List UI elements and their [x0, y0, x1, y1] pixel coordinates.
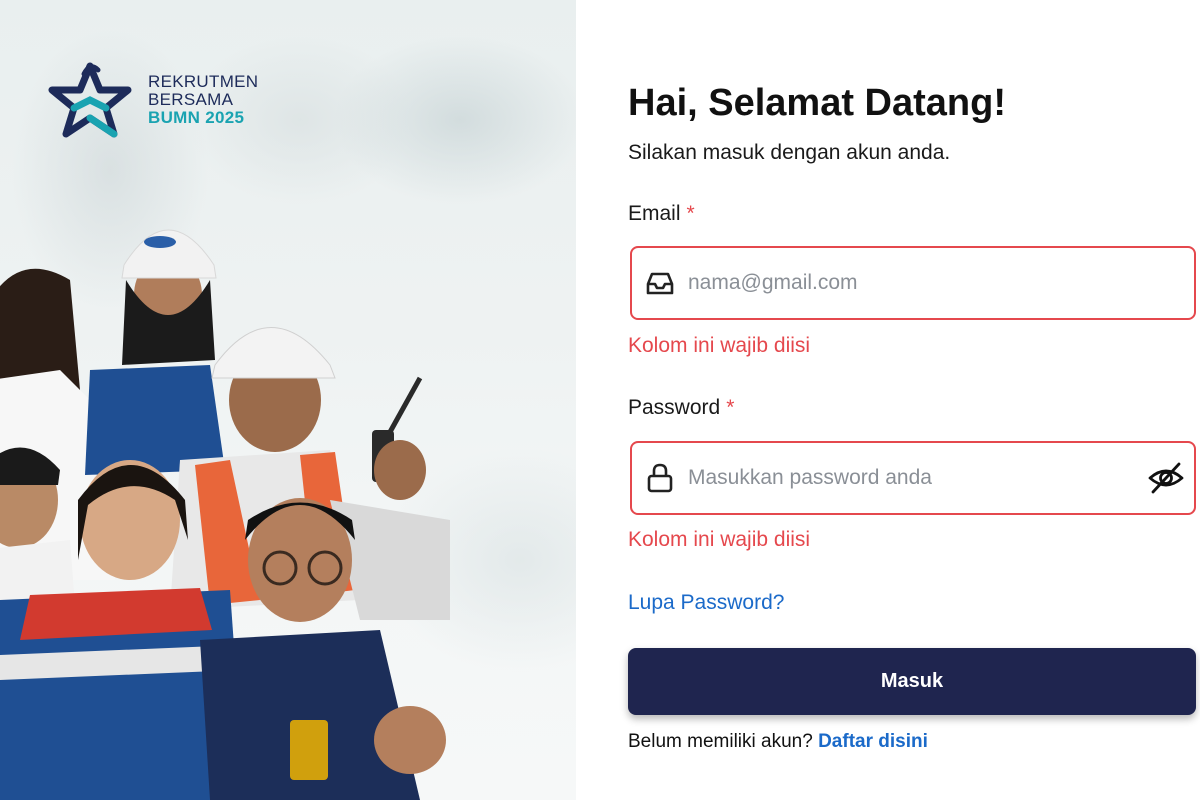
brand-line-3: BUMN 2025 — [148, 108, 245, 127]
brand-logo: REKRUTMEN BERSAMA BUMN 2025 — [48, 60, 258, 140]
person-hijab — [85, 229, 225, 475]
login-form: Hai, Selamat Datang! Silakan masuk denga… — [628, 0, 1200, 800]
hero-panel: REKRUTMEN BERSAMA BUMN 2025 — [0, 0, 576, 800]
email-error: Kolom ini wajib diisi — [628, 334, 811, 357]
signup-prompt: Belum memiliki akun? Daftar disini — [628, 731, 928, 753]
lock-icon — [632, 461, 688, 495]
email-label: Email * — [628, 202, 695, 226]
inbox-icon — [632, 266, 688, 300]
brand-line-2: BERSAMA — [148, 90, 234, 109]
signup-prompt-text: Belum memiliki akun? — [628, 731, 813, 752]
eye-off-icon[interactable] — [1138, 459, 1194, 497]
email-field[interactable] — [630, 246, 1196, 320]
brand-line-1: REKRUTMEN — [148, 72, 259, 91]
required-mark: * — [686, 202, 695, 225]
required-mark: * — [726, 396, 735, 419]
password-error: Kolom ini wajib diisi — [628, 528, 811, 551]
hero-people-illustration — [0, 229, 450, 800]
password-input[interactable] — [688, 443, 1138, 513]
page-subtitle: Silakan masuk dengan akun anda. — [628, 141, 951, 164]
email-label-text: Email — [628, 202, 681, 225]
signup-link[interactable]: Daftar disini — [818, 731, 928, 752]
page-title: Hai, Selamat Datang! — [628, 82, 1006, 124]
password-label-text: Password — [628, 396, 721, 419]
star-logo-icon — [48, 62, 132, 138]
password-field[interactable] — [630, 441, 1196, 515]
email-input[interactable] — [688, 248, 1194, 318]
login-button[interactable]: Masuk — [628, 648, 1196, 715]
forgot-password-link[interactable]: Lupa Password? — [628, 591, 784, 615]
brand-text: REKRUTMEN BERSAMA BUMN 2025 — [148, 73, 258, 127]
password-label: Password * — [628, 396, 734, 420]
